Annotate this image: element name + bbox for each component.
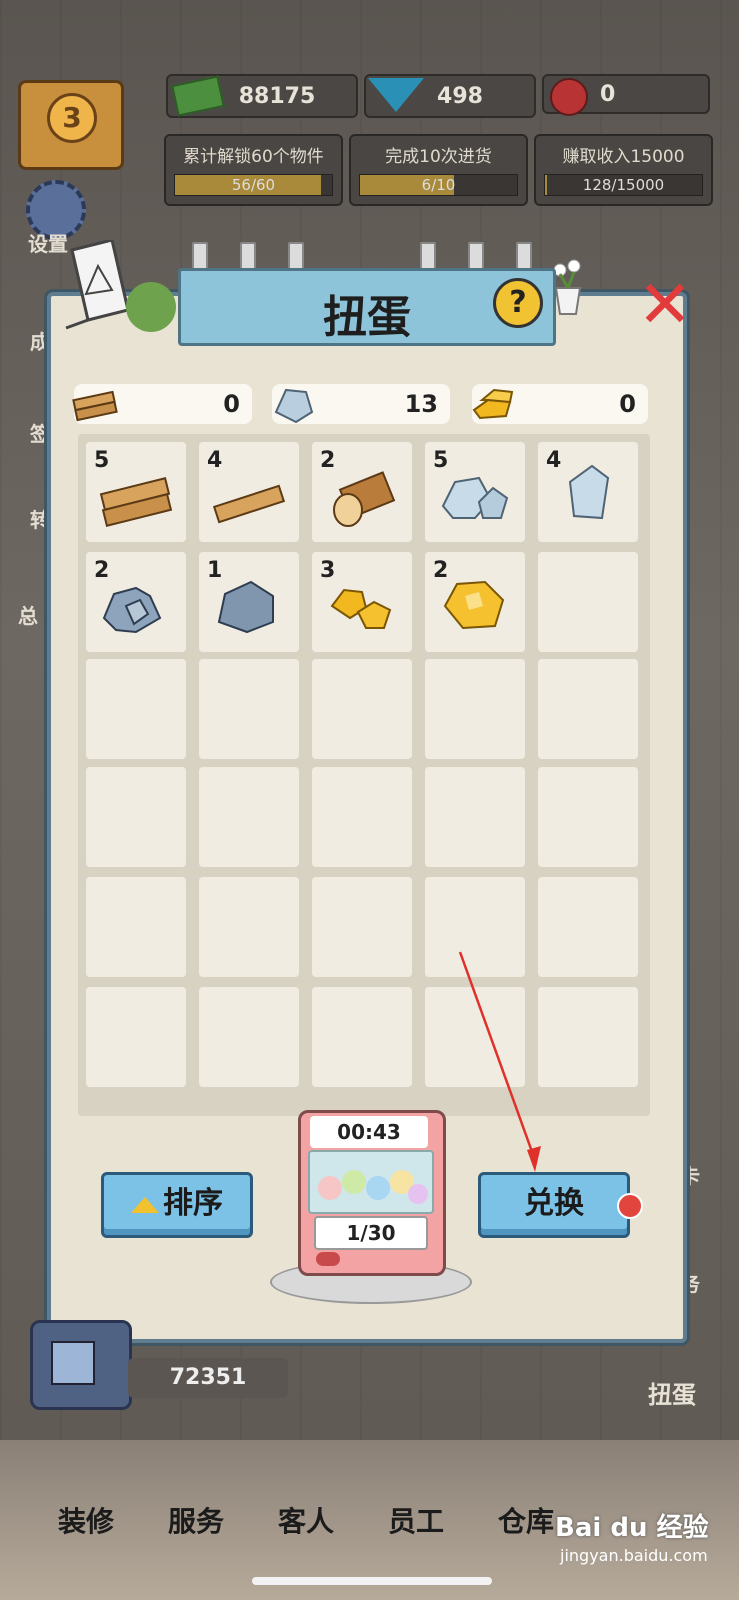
inventory-slot-wood-plank[interactable]: 4 — [199, 442, 299, 542]
inventory-slot-empty — [425, 659, 525, 759]
task-progress-bar: 6/10 — [359, 174, 518, 196]
inventory-slot-empty — [199, 877, 299, 977]
wood-plank-icon — [212, 484, 286, 524]
inventory-slot-empty — [312, 767, 412, 867]
help-button[interactable]: ? — [493, 278, 543, 328]
task-progress-text: 128/15000 — [582, 176, 665, 194]
inventory-slot-stone-pile[interactable]: 2 — [86, 552, 186, 652]
gem-counter: 498 — [364, 74, 536, 118]
gem-icon — [368, 78, 424, 112]
resource-silver: 13 — [272, 384, 450, 424]
gold-bar-icon — [472, 388, 514, 420]
silver-rocks-icon — [441, 476, 509, 519]
task-card-restock[interactable]: 完成10次进货 6/10 — [349, 134, 528, 206]
inventory-slot-empty — [199, 767, 299, 867]
inventory-slot-empty — [425, 767, 525, 867]
inventory-slot-stone[interactable]: 1 — [199, 552, 299, 652]
inventory-slot-wood-planks[interactable]: 5 — [86, 442, 186, 542]
resource-gold-value: 0 — [619, 390, 636, 418]
log-icon — [333, 471, 396, 527]
nav-decorate[interactable]: 装修 — [58, 1500, 114, 1540]
money-counter: 88175 — [166, 74, 358, 118]
task-title: 累计解锁60个物件 — [183, 147, 324, 167]
inventory-slot-empty — [538, 552, 638, 652]
inventory-slot-gold-nugget[interactable]: 2 — [425, 552, 525, 652]
gacha-shortcut-label[interactable]: 扭蛋 — [648, 1375, 696, 1410]
task-progress-bar: 56/60 — [174, 174, 333, 196]
gems-value: 498 — [437, 83, 483, 109]
task-progress-bar: 128/15000 — [544, 174, 703, 196]
inventory-slot-silver-crystal[interactable]: 4 — [538, 442, 638, 542]
coin-slot — [316, 1252, 340, 1266]
inventory-slot-log[interactable]: 2 — [312, 442, 412, 542]
watermark-logo: Bai du 经验 — [555, 1513, 709, 1543]
inventory-slot-empty — [86, 767, 186, 867]
home-indicator[interactable] — [252, 1577, 492, 1585]
nav-customers[interactable]: 客人 — [278, 1500, 334, 1540]
video-ad-button[interactable] — [30, 1320, 132, 1410]
wood-plank-icon — [72, 390, 118, 422]
notification-dot — [617, 1193, 643, 1219]
inventory-slot-empty — [199, 659, 299, 759]
inventory-slot-silver-rocks[interactable]: 5 — [425, 442, 525, 542]
watermark-url: jingyan.baidu.com — [560, 1546, 708, 1565]
inventory-slot-empty — [312, 877, 412, 977]
sort-label: 排序 — [163, 1186, 223, 1221]
nav-warehouse[interactable]: 仓库 — [498, 1500, 554, 1540]
inventory-slot-empty — [312, 987, 412, 1087]
nav-service[interactable]: 服务 — [168, 1500, 224, 1540]
resource-wood-value: 0 — [223, 390, 240, 418]
inventory-slot-empty — [199, 987, 299, 1087]
roses-value: 0 — [600, 81, 616, 107]
inventory-slot-empty — [86, 987, 186, 1087]
cash-icon — [171, 75, 225, 117]
capsule-window — [308, 1150, 434, 1214]
resource-wood: 0 — [72, 384, 252, 424]
inventory-slot-gold-nuggets[interactable]: 3 — [312, 552, 412, 652]
stone-pile-icon — [102, 586, 162, 634]
plant-icon — [126, 282, 176, 332]
inventory-slot-empty — [425, 987, 525, 1087]
nav-staff[interactable]: 员工 — [388, 1500, 444, 1540]
inventory-slot-empty — [425, 877, 525, 977]
level-number: 3 — [47, 93, 97, 143]
gacha-machine[interactable]: 00:43 1/30 — [270, 1110, 472, 1304]
wood-planks-icon — [99, 477, 173, 527]
task-progress-text: 6/10 — [421, 176, 456, 194]
inventory-slot-empty — [538, 877, 638, 977]
side-label-summary[interactable]: 总 — [18, 600, 38, 629]
stone-icon — [217, 580, 274, 634]
machine-timer: 00:43 — [310, 1116, 428, 1148]
silver-crystal-icon — [568, 464, 610, 520]
close-icon[interactable]: ✕ — [630, 270, 700, 340]
task-title: 赚取收入15000 — [562, 147, 685, 167]
arrow-up-icon — [131, 1196, 159, 1213]
task-card-income[interactable]: 赚取收入15000 128/15000 — [534, 134, 713, 206]
exchange-button[interactable]: 兑换 — [478, 1172, 630, 1238]
sort-button[interactable]: 排序 — [101, 1172, 253, 1238]
gold-nugget-icon — [443, 580, 505, 630]
silver-ore-icon — [274, 388, 314, 424]
task-card-unlock[interactable]: 累计解锁60个物件 56/60 — [164, 134, 343, 206]
inventory-slot-empty — [86, 877, 186, 977]
video-icon — [51, 1341, 95, 1385]
inventory-slot-empty — [312, 659, 412, 759]
rose-counter: 0 — [542, 74, 710, 116]
level-badge[interactable]: 3 — [18, 80, 124, 170]
exchange-label: 兑换 — [524, 1186, 584, 1221]
bottom-money: 72351 — [128, 1358, 288, 1398]
inventory-slot-empty — [538, 767, 638, 867]
task-title: 完成10次进货 — [385, 147, 492, 167]
rose-icon — [550, 78, 588, 116]
caution-sign-icon — [62, 238, 132, 330]
machine-count: 1/30 — [314, 1216, 428, 1250]
gold-nuggets-icon — [330, 588, 392, 629]
resource-gold: 0 — [472, 384, 648, 424]
inventory-slot-empty — [538, 987, 638, 1087]
task-progress-text: 56/60 — [231, 176, 276, 194]
inventory-slot-empty — [538, 659, 638, 759]
money-value: 88175 — [238, 83, 316, 109]
inventory-slot-empty — [86, 659, 186, 759]
resource-silver-value: 13 — [404, 390, 438, 418]
